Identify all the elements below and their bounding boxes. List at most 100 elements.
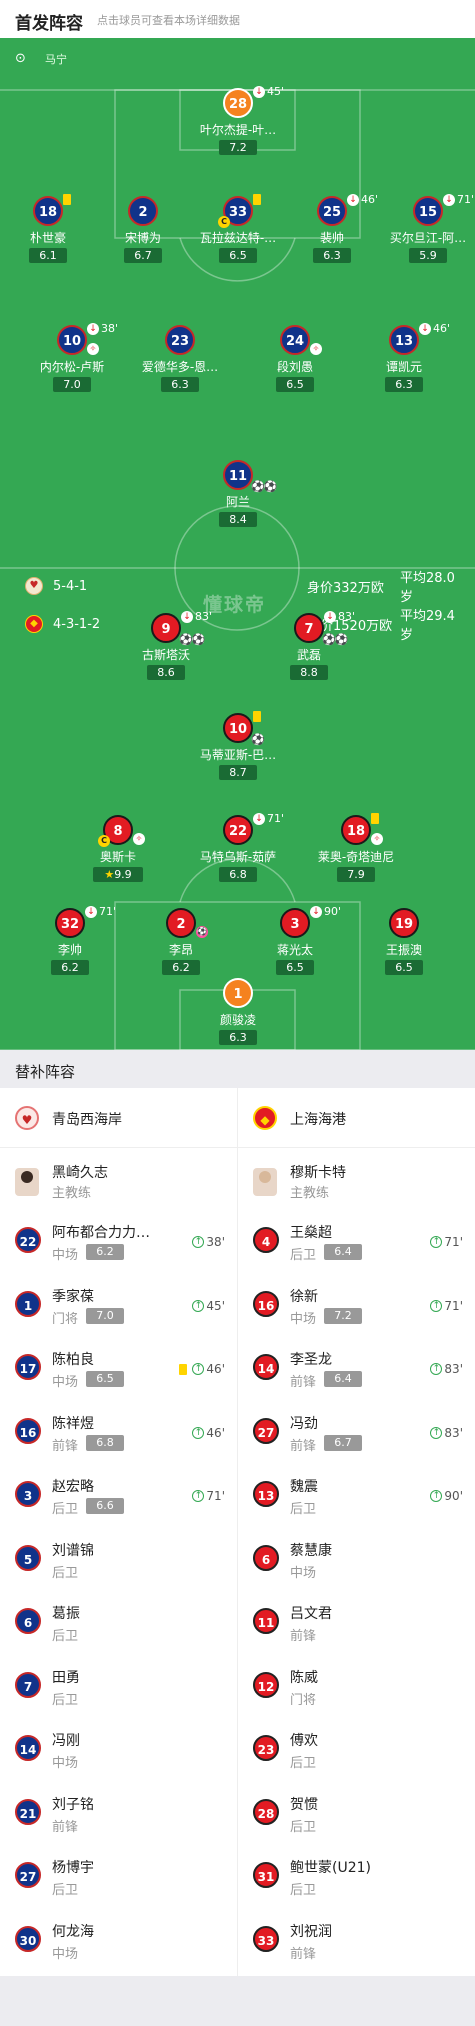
sub-player-row[interactable]: 16 陈祥煜 前锋 6.8 ↑ 46' — [0, 1404, 237, 1468]
away-team-row[interactable]: ◆ 上海海港 — [238, 1088, 475, 1148]
sub-player-row[interactable]: 21 刘子铭 前锋 — [0, 1785, 237, 1849]
arrow-up-icon: ↑ — [192, 1299, 205, 1312]
away-subs-column: ◆ 上海海港 穆斯卡特 主教练 4 王燊超 后卫 6.4 ↑ 71' 16 徐新 中场 7.2 ↑ 7… — [238, 1088, 475, 1975]
boot-icon: ✧ — [87, 343, 99, 355]
captain-badge-icon: C — [98, 835, 110, 847]
player-away-22[interactable]: 22 ↓ 71' 马特乌斯-茹萨 6.8 — [183, 812, 293, 905]
sub-player-row[interactable]: 16 徐新 中场 7.2 ↑ 71' — [238, 1277, 475, 1341]
player-home-11[interactable]: 11 ⚽⚽ 阿兰 8.4 — [183, 460, 293, 550]
home-team-row[interactable]: ♥ 青岛西海岸 — [0, 1088, 237, 1148]
sub-player-row[interactable]: 27 杨博宇 后卫 — [0, 1848, 237, 1912]
player-rating: 6.5 — [276, 377, 314, 392]
player-away-19[interactable]: 19 王振澳 6.5 — [349, 908, 459, 998]
player-name: 陈威 — [290, 1669, 318, 1686]
away-coach-row[interactable]: 穆斯卡特 主教练 — [238, 1148, 475, 1213]
sub-player-row[interactable]: 6 葛振 后卫 — [0, 1594, 237, 1658]
player-home-13[interactable]: 13 ↓ 46' 谭凯元 6.3 — [349, 322, 459, 415]
player-position: 中场 — [290, 1565, 317, 1581]
sub-player-row[interactable]: 5 刘谱锦 后卫 — [0, 1531, 237, 1595]
player-name: 徐新 — [290, 1288, 318, 1305]
player-number: 11 — [253, 1608, 279, 1634]
sub-player-row[interactable]: 3 赵宏略 后卫 6.6 ↑ 71' — [0, 1467, 237, 1531]
player-home-25[interactable]: 25 ↓ 46' 裴帅 6.3 — [277, 193, 387, 286]
home-formation: 5-4-1 — [53, 578, 88, 594]
sub-player-row[interactable]: 11 吕文君 前锋 — [238, 1594, 475, 1658]
player-position: 前锋 — [290, 1438, 317, 1454]
player-away-7[interactable]: 7 ↓ 83' ⚽⚽ 武磊 8.8 — [254, 610, 364, 703]
sub-player-row[interactable]: 23 傅欢 后卫 — [238, 1721, 475, 1785]
player-rating: 6.5 — [86, 1371, 124, 1387]
player-number: 17 — [15, 1354, 41, 1380]
player-away-8[interactable]: 8 C ✧ 奥斯卡 ★9.9 — [63, 815, 173, 905]
player-name: 段刘愚 — [276, 360, 313, 374]
sub-player-row[interactable]: 31 鲍世蒙(U21) 后卫 — [238, 1848, 475, 1912]
home-coach-row[interactable]: 黑崎久志 主教练 — [0, 1148, 237, 1213]
sub-player-row[interactable]: 4 王燊超 后卫 6.4 ↑ 71' — [238, 1213, 475, 1277]
coach-role: 主教练 — [52, 1186, 92, 1201]
player-home-23[interactable]: 23 爱德华多-恩… 6.3 — [125, 325, 235, 415]
player-away-32[interactable]: 32 ↓ 71' 李帅 6.2 — [15, 905, 125, 998]
sub-minute: 83' — [444, 1362, 463, 1376]
sub-player-row[interactable]: 13 魏震 后卫 ↑ 90' — [238, 1467, 475, 1531]
sub-in-badge: ↑ 83' — [430, 1426, 463, 1440]
player-rating: 6.8 — [219, 867, 257, 882]
player-number: 22 — [15, 1227, 41, 1253]
player-position: 中场 — [290, 1311, 317, 1327]
arrow-down-icon: ↓ — [324, 610, 336, 623]
sub-player-row[interactable]: 28 贺惯 后卫 — [238, 1785, 475, 1849]
sub-player-row[interactable]: 14 冯刚 中场 — [0, 1721, 237, 1785]
player-away-9[interactable]: 9 ↓ 83' ⚽⚽ 古斯塔沃 8.6 — [111, 610, 221, 703]
player-position: 前锋 — [52, 1819, 79, 1835]
sub-player-row[interactable]: 6 蔡慧康 中场 — [238, 1531, 475, 1595]
sub-in-badge: ↑ 46' — [179, 1362, 225, 1376]
sub-player-row[interactable]: 30 何龙海 中场 — [0, 1912, 237, 1976]
sub-player-row[interactable]: 1 季家葆 门将 7.0 ↑ 45' — [0, 1277, 237, 1341]
player-name: 田勇 — [52, 1669, 80, 1686]
player-number: 5 — [15, 1544, 41, 1571]
player-away-18[interactable]: 18 ✧ 莱奥-奇塔迪尼 7.9 — [301, 813, 411, 905]
player-position: 后卫 — [290, 1502, 317, 1517]
player-home-2[interactable]: 2 宋博为 6.7 — [88, 196, 198, 286]
sub-out-badge: ↓ 90' — [310, 905, 341, 918]
player-rating: 6.6 — [86, 1498, 124, 1514]
player-name: 魏震 — [290, 1479, 318, 1495]
sub-minute: 46' — [206, 1425, 225, 1440]
player-name: 奥斯卡 — [99, 850, 136, 864]
player-home-28[interactable]: 28 ↓ 45' 叶尔杰提-叶… 7.2 — [183, 85, 293, 178]
player-name: 马特乌斯-茹萨 — [199, 850, 277, 864]
player-number: 10 — [223, 713, 253, 743]
arrow-up-icon: ↑ — [192, 1490, 205, 1502]
sub-out-badge: ↓ 71' — [443, 193, 474, 206]
sub-player-row[interactable]: 33 刘祝润 前锋 — [238, 1912, 475, 1976]
sub-player-row[interactable]: 12 陈威 门将 — [238, 1658, 475, 1722]
coach-role: 主教练 — [290, 1186, 330, 1201]
sub-player-row[interactable]: 27 冯劲 前锋 6.7 ↑ 83' — [238, 1404, 475, 1468]
sub-player-row[interactable]: 14 李圣龙 前锋 6.4 ↑ 83' — [238, 1340, 475, 1404]
player-home-15[interactable]: 15 ↓ 71' 买尔旦江-阿… 5.9 — [373, 193, 475, 286]
sub-out-badge: ↓ 83' — [181, 610, 212, 623]
sub-out-badge: ↓ 38' — [87, 322, 118, 335]
sub-player-row[interactable]: 7 田勇 后卫 — [0, 1658, 237, 1722]
player-name: 蔡慧康 — [290, 1542, 332, 1559]
player-position: 后卫 — [52, 1629, 79, 1644]
player-away-1[interactable]: 1 颜骏凌 6.3 — [183, 978, 293, 1050]
sub-out-badge: ↓ 83' — [324, 610, 355, 623]
sub-minute: 71' — [444, 1298, 463, 1313]
player-name: 莱奥-奇塔迪尼 — [317, 850, 395, 864]
sub-minute: 46' — [206, 1362, 225, 1376]
home-formation-row: ♥ 5-4-1 身价332万欧 平均28.0岁 — [25, 571, 465, 605]
sub-player-row[interactable]: 22 阿布都合力力… 中场 6.2 ↑ 38' — [0, 1213, 237, 1277]
player-number: 23 — [253, 1735, 279, 1761]
sub-player-row[interactable]: 17 陈柏良 中场 6.5 ↑ 46' — [0, 1340, 237, 1404]
player-away-10[interactable]: 10 ⚽ 马蒂亚斯-巴… 8.7 — [183, 711, 293, 803]
player-position: 后卫 — [52, 1502, 79, 1517]
player-position: 后卫 — [290, 1756, 317, 1771]
referee-name: 马宁 — [45, 53, 67, 66]
sub-in-badge: ↑ 45' — [192, 1299, 225, 1313]
sub-in-badge: ↑ 71' — [430, 1235, 463, 1249]
sub-in-badge: ↑ 90' — [430, 1489, 463, 1503]
away-subs-list: 4 王燊超 后卫 6.4 ↑ 71' 16 徐新 中场 7.2 ↑ 71' 14 李圣龙 前锋 6.4 ↑ 83'… — [238, 1213, 475, 1975]
player-home-24[interactable]: 24 ✧ 段刘愚 6.5 — [240, 325, 350, 415]
player-home-10[interactable]: 10 ↓ 38' ✧ 内尔松-卢斯 7.0 — [17, 322, 127, 415]
player-number: 28 — [253, 1798, 279, 1825]
